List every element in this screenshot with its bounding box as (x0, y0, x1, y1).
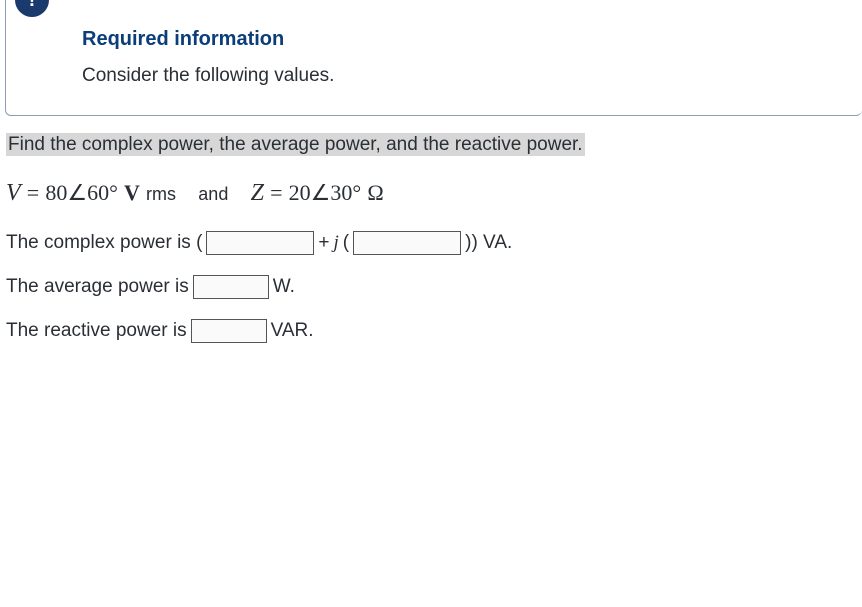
complex-power-imag-input[interactable] (353, 231, 461, 255)
average-power-label: The average power is (6, 276, 189, 298)
unit-ohm: Ω (367, 180, 383, 205)
complex-power-line: The complex power is ( + j( )) VA. (6, 231, 856, 255)
unit-v: V (124, 180, 140, 205)
required-information-title: Required information (82, 28, 842, 51)
info-subtitle: Consider the following values. (82, 65, 842, 87)
reactive-power-unit: VAR. (271, 320, 314, 342)
alert-badge: ! (15, 0, 49, 17)
open-paren: ( (343, 232, 349, 254)
reactive-power-label: The reactive power is (6, 320, 187, 342)
unit-rms: rms (146, 184, 176, 204)
j-text: j (334, 232, 339, 254)
angle-sym-2: ∠ (311, 180, 331, 205)
ang-30: 30 (330, 180, 352, 205)
average-power-input[interactable] (193, 275, 269, 299)
equals-2: = (270, 180, 282, 205)
var-v: V (6, 180, 21, 206)
val-20: 20 (289, 180, 311, 205)
deg-1: ° (109, 180, 118, 205)
reactive-power-line: The reactive power is VAR. (6, 319, 856, 343)
equals-1: = (27, 180, 39, 205)
ang-60: 60 (87, 180, 109, 205)
required-info-box: ! Required information Consider the foll… (5, 0, 862, 116)
angle-sym-1: ∠ (67, 180, 87, 205)
var-z: Z (251, 180, 264, 206)
complex-power-real-input[interactable] (206, 231, 314, 255)
exclamation-icon: ! (29, 0, 36, 12)
average-power-line: The average power is W. (6, 275, 856, 299)
and-text: and (198, 184, 228, 204)
plus-text: + (318, 232, 329, 254)
question-section: Find the complex power, the average powe… (0, 116, 862, 343)
average-power-unit: W. (273, 276, 295, 298)
question-prompt: Find the complex power, the average powe… (6, 133, 585, 156)
reactive-power-input[interactable] (191, 319, 267, 343)
question-prompt-wrapper: Find the complex power, the average powe… (6, 134, 856, 156)
complex-power-label: The complex power is ( (6, 232, 202, 254)
given-equation: V = 80∠60° V rms and Z = 20∠30° Ω (6, 180, 856, 207)
complex-power-unit: )) VA. (465, 232, 512, 254)
val-80: 80 (45, 180, 67, 205)
deg-2: ° (352, 180, 361, 205)
